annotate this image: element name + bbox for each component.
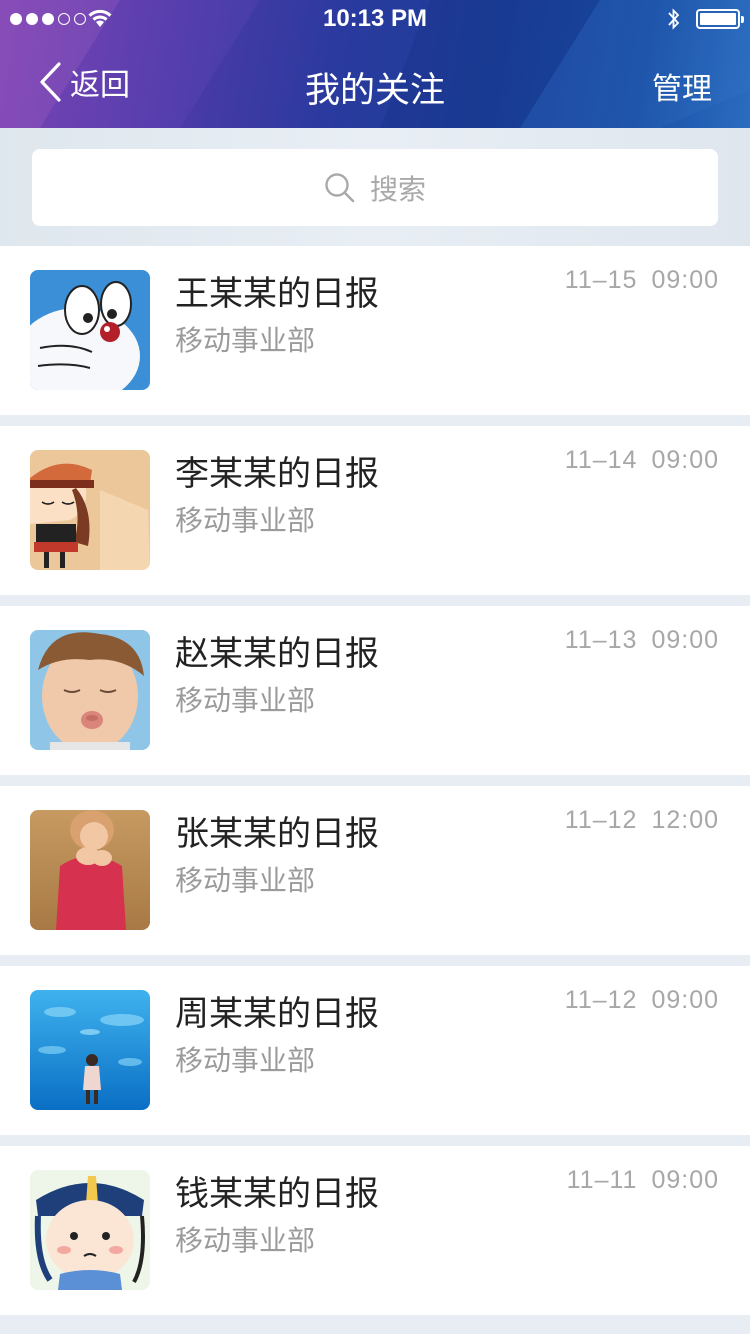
item-title: 王某某的日报 (175, 274, 379, 314)
item-date: 11–14 (564, 446, 638, 474)
page-title: 我的关注 (304, 71, 445, 111)
item-time: 09:00 (651, 266, 719, 294)
list-item[interactable]: 赵某某的日报 移动事业部 11–13 09:00 (0, 606, 750, 775)
search-bar-container: 搜索 (0, 128, 750, 246)
aquarium-avatar (30, 990, 150, 1110)
item-department: 移动事业部 (175, 864, 316, 897)
item-timestamp: 11–12 09:00 (565, 986, 719, 1015)
list-item[interactable]: 李某某的日报 移动事业部 11–14 09:00 (0, 426, 750, 595)
item-date: 11–12 (564, 806, 638, 834)
item-time: 09:00 (651, 626, 719, 654)
navigation-header: 10:13 PM 返回 我的关注 管理 (0, 0, 750, 128)
item-date: 11–11 (566, 1166, 638, 1194)
item-department: 移动事业部 (175, 504, 316, 537)
child-pout-avatar (30, 630, 150, 750)
item-title: 李某某的日报 (175, 454, 379, 494)
item-department: 移动事业部 (175, 684, 316, 717)
girl-pink-avatar (30, 810, 150, 930)
battery-icon (696, 9, 744, 29)
status-bar: 10:13 PM (0, 0, 750, 40)
item-title: 周某某的日报 (175, 994, 379, 1034)
item-title: 赵某某的日报 (175, 634, 379, 674)
doraemon-avatar (30, 270, 150, 390)
item-title: 钱某某的日报 (175, 1174, 379, 1214)
search-input[interactable]: 搜索 (32, 149, 718, 226)
list-item[interactable]: 钱某某的日报 移动事业部 11–11 09:00 (0, 1146, 750, 1315)
cartoon-boy-avatar (30, 1170, 150, 1290)
item-date: 11–13 (564, 626, 638, 654)
status-time: 10:13 PM (322, 5, 428, 32)
search-icon (325, 172, 355, 202)
cartoon-girl-avatar (30, 450, 150, 570)
manage-button[interactable]: 管理 (652, 64, 712, 108)
item-date: 11–12 (564, 986, 638, 1014)
item-time: 09:00 (651, 1166, 719, 1194)
list-item[interactable]: 张某某的日报 移动事业部 11–12 12:00 (0, 786, 750, 955)
item-timestamp: 11–13 09:00 (565, 626, 719, 655)
item-time: 09:00 (651, 446, 719, 474)
list-item[interactable]: 王某某的日报 移动事业部 11–15 09:00 (0, 246, 750, 415)
item-timestamp: 11–12 12:00 (565, 806, 719, 835)
item-time: 12:00 (651, 806, 719, 834)
item-time: 09:00 (651, 986, 719, 1014)
item-timestamp: 11–15 09:00 (565, 266, 719, 295)
bluetooth-icon (668, 8, 680, 30)
item-department: 移动事业部 (175, 1224, 316, 1257)
list-item[interactable]: 周某某的日报 移动事业部 11–12 09:00 (0, 966, 750, 1135)
item-timestamp: 11–14 09:00 (565, 446, 719, 475)
item-department: 移动事业部 (175, 324, 316, 357)
item-timestamp: 11–11 09:00 (567, 1166, 719, 1195)
item-date: 11–15 (564, 266, 638, 294)
item-title: 张某某的日报 (175, 814, 379, 854)
search-placeholder: 搜索 (369, 172, 426, 206)
item-department: 移动事业部 (175, 1044, 316, 1077)
